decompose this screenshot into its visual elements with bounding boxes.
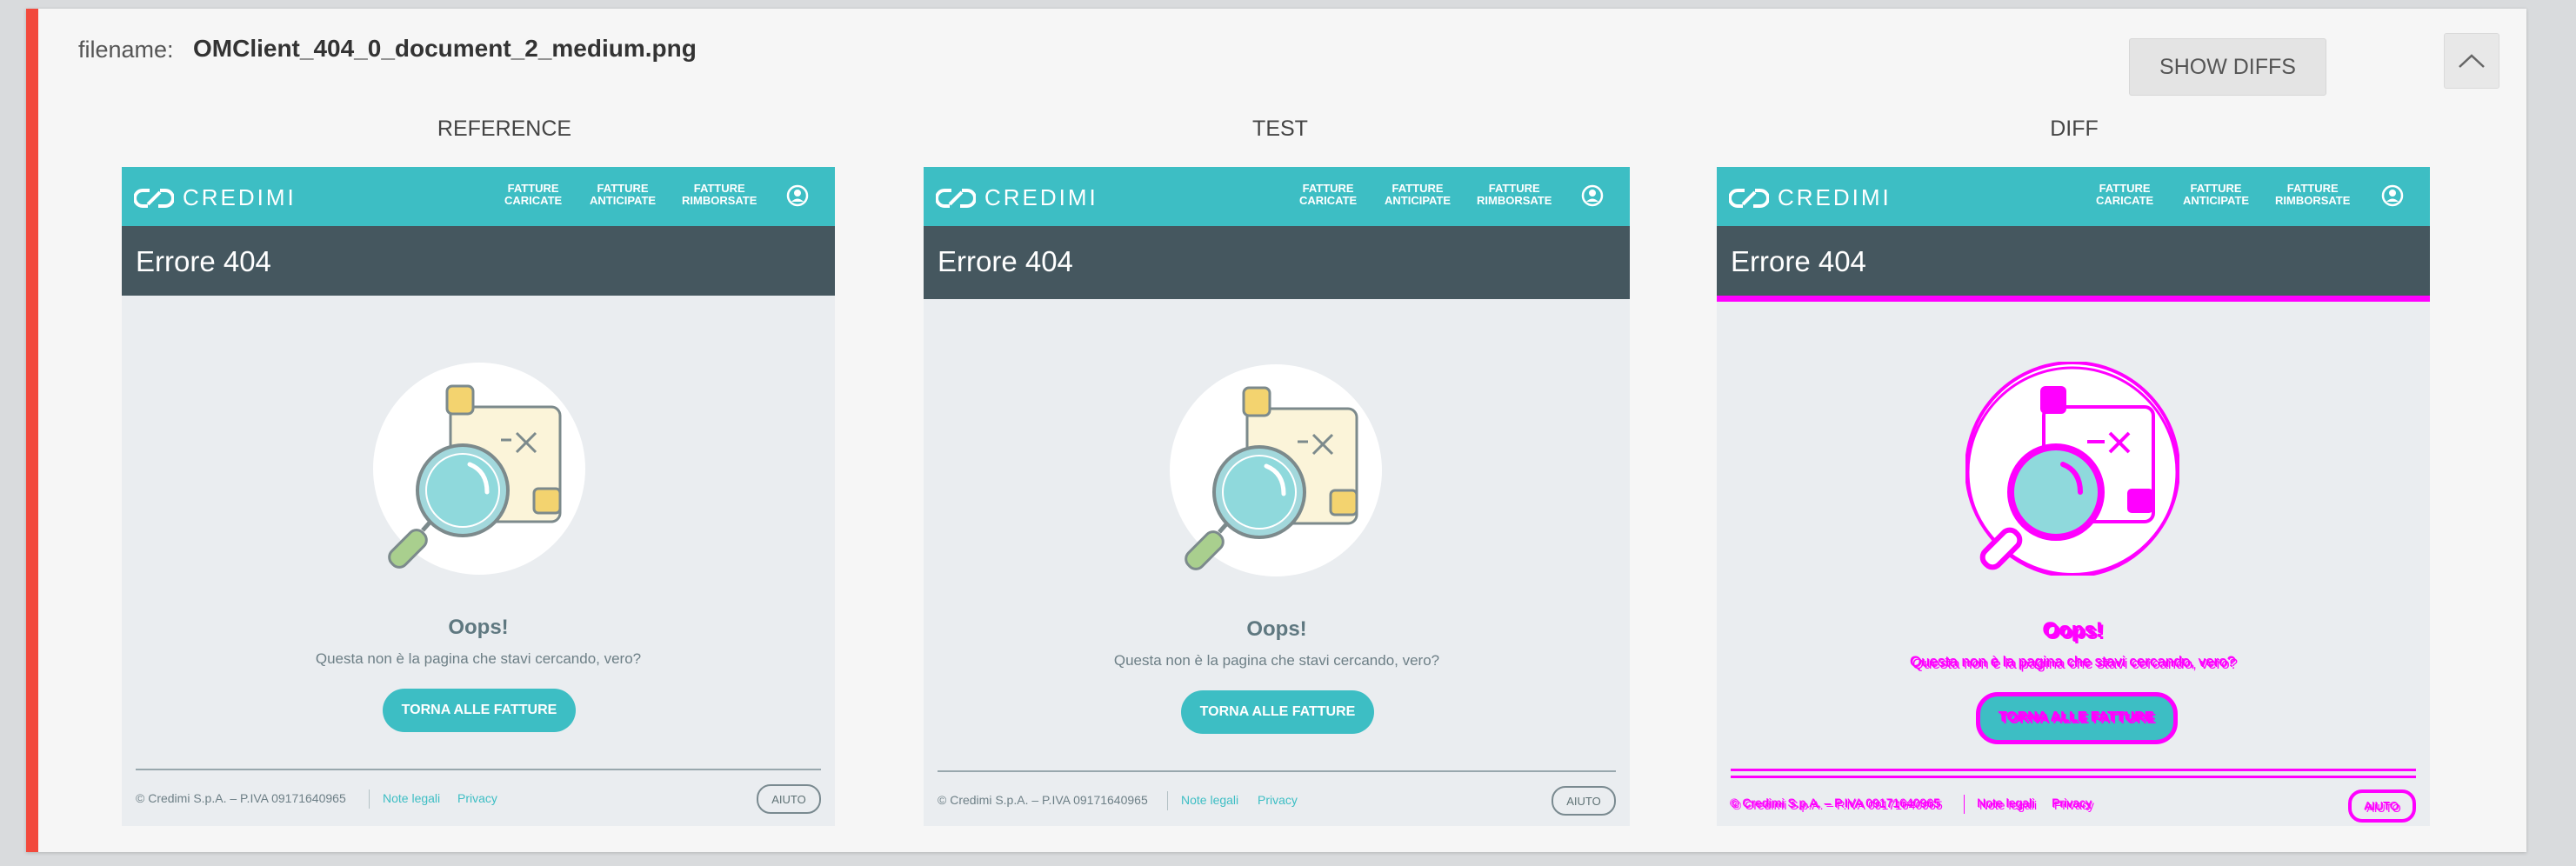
brand-name: CREDIMI <box>183 184 297 210</box>
credimi-logo-icon <box>134 188 174 208</box>
footer-link-note-legali[interactable]: Note legali <box>1181 793 1238 807</box>
footer-link-privacy[interactable]: Privacy <box>2052 796 2092 810</box>
page-title: Errore 404 <box>1731 245 1866 277</box>
user-menu[interactable] <box>1581 184 1604 211</box>
page-title: Errore 404 <box>938 245 1073 277</box>
filename-label: filename: <box>78 37 174 63</box>
nav-fatture-anticipate[interactable]: FATTURE ANTICIPATE <box>1385 183 1451 207</box>
app-navbar: CREDIMI FATTURE CARICATE FATTURE ANTICIPAT… <box>122 167 835 226</box>
screenshot-diff-card: filename: OMClient_404_0_document_2_medi… <box>26 9 2526 852</box>
app-navbar: CREDIMI FATTURE CARICATE FATTURE ANTICIPAT… <box>1717 167 2430 226</box>
credimi-logo: CREDIMI <box>1729 184 1892 211</box>
oops-heading: Oops! <box>1246 617 1307 641</box>
collapse-button[interactable] <box>2444 33 2499 89</box>
page-header: Errore 404 <box>924 226 1630 299</box>
nav-fatture-rimborsate[interactable]: FATTURE RIMBORSATE <box>2275 183 2350 207</box>
footer-copyright: © Credimi S.p.A. – P.IVA 09171640965 <box>1731 796 1941 810</box>
page-header: Errore 404 <box>1717 226 2430 302</box>
diff-screenshot: CREDIMI FATTURE CARICATE FATTURE ANTICIPAT… <box>1717 167 2430 826</box>
document-search-illustration <box>373 363 585 575</box>
help-button[interactable]: AIUTO <box>757 784 821 814</box>
user-icon <box>1581 184 1604 207</box>
app-navbar: CREDIMI FATTURE CARICATE FATTURE ANTICIPAT… <box>924 167 1630 226</box>
back-to-invoices-button[interactable]: TORNA ALLE FATTURE <box>1976 692 2178 744</box>
brand-name: CREDIMI <box>984 184 1098 210</box>
filename-value: OMClient_404_0_document_2_medium.png <box>193 35 697 62</box>
footer-separator <box>1167 791 1168 810</box>
column-label-reference: REFERENCE <box>437 117 572 141</box>
footer-link-privacy[interactable]: Privacy <box>457 791 497 805</box>
test-screenshot: CREDIMI FATTURE CARICATE FATTURE ANTICIPAT… <box>924 167 1630 826</box>
credimi-logo-icon <box>1729 188 1769 208</box>
oops-heading: Oops! <box>448 616 509 639</box>
show-diffs-button[interactable]: SHOW DIFFS <box>2129 38 2326 96</box>
nav-fatture-caricate[interactable]: FATTURE CARICATE <box>2096 183 2153 207</box>
not-found-message: Questa non è la pagina che stavi cercand… <box>1113 652 1440 669</box>
page-title: Errore 404 <box>136 245 271 277</box>
document-search-illustration <box>1170 364 1382 576</box>
document-search-illustration-diff <box>1965 362 2179 576</box>
footer-copyright: © Credimi S.p.A. – P.IVA 09171640965 <box>136 791 346 805</box>
footer-separator <box>369 789 370 809</box>
footer-link-privacy[interactable]: Privacy <box>1258 793 1298 807</box>
status-bar-failed <box>26 9 38 852</box>
brand-name: CREDIMI <box>1778 184 1892 210</box>
not-found-message: Questa non è la pagina che stavi cercand… <box>315 650 642 667</box>
credimi-logo: CREDIMI <box>936 184 1098 211</box>
footer-link-note-legali[interactable]: Note legali <box>1978 796 2035 810</box>
back-to-invoices-button[interactable]: TORNA ALLE FATTURE <box>383 689 576 732</box>
column-label-diff: DIFF <box>2050 117 2099 141</box>
user-icon <box>2381 184 2404 207</box>
nav-fatture-caricate[interactable]: FATTURE CARICATE <box>504 183 562 207</box>
nav-fatture-rimborsate[interactable]: FATTURE RIMBORSATE <box>1477 183 1552 207</box>
nav-fatture-caricate[interactable]: FATTURE CARICATE <box>1299 183 1357 207</box>
footer-divider-diff <box>1731 776 2416 778</box>
reference-screenshot: CREDIMI FATTURE CARICATE FATTURE ANTICIPAT… <box>122 167 835 826</box>
user-menu[interactable] <box>2381 184 2404 211</box>
back-to-invoices-button[interactable]: TORNA ALLE FATTURE <box>1181 690 1374 734</box>
nav-fatture-anticipate[interactable]: FATTURE ANTICIPATE <box>2183 183 2249 207</box>
user-menu[interactable] <box>786 184 809 211</box>
footer-divider <box>938 770 1616 772</box>
nav-fatture-anticipate[interactable]: FATTURE ANTICIPATE <box>590 183 656 207</box>
oops-heading: Oops! <box>2043 619 2104 643</box>
credimi-logo-icon <box>936 188 976 208</box>
help-button[interactable]: AIUTO <box>1552 786 1616 816</box>
nav-fatture-rimborsate[interactable]: FATTURE RIMBORSATE <box>682 183 757 207</box>
footer-copyright: © Credimi S.p.A. – P.IVA 09171640965 <box>938 793 1148 807</box>
footer-separator <box>1964 795 1965 814</box>
footer-divider <box>136 769 821 770</box>
credimi-logo: CREDIMI <box>134 184 297 211</box>
chevron-up-icon <box>2459 54 2485 68</box>
not-found-message: Questa non è la pagina che stavi cercand… <box>1910 654 2237 670</box>
page-header: Errore 404 <box>122 226 835 296</box>
footer-link-note-legali[interactable]: Note legali <box>383 791 440 805</box>
footer-divider <box>1731 769 2416 771</box>
column-label-test: TEST <box>1252 117 1308 141</box>
help-button[interactable]: AIUTO <box>2348 789 2416 823</box>
user-icon <box>786 184 809 207</box>
